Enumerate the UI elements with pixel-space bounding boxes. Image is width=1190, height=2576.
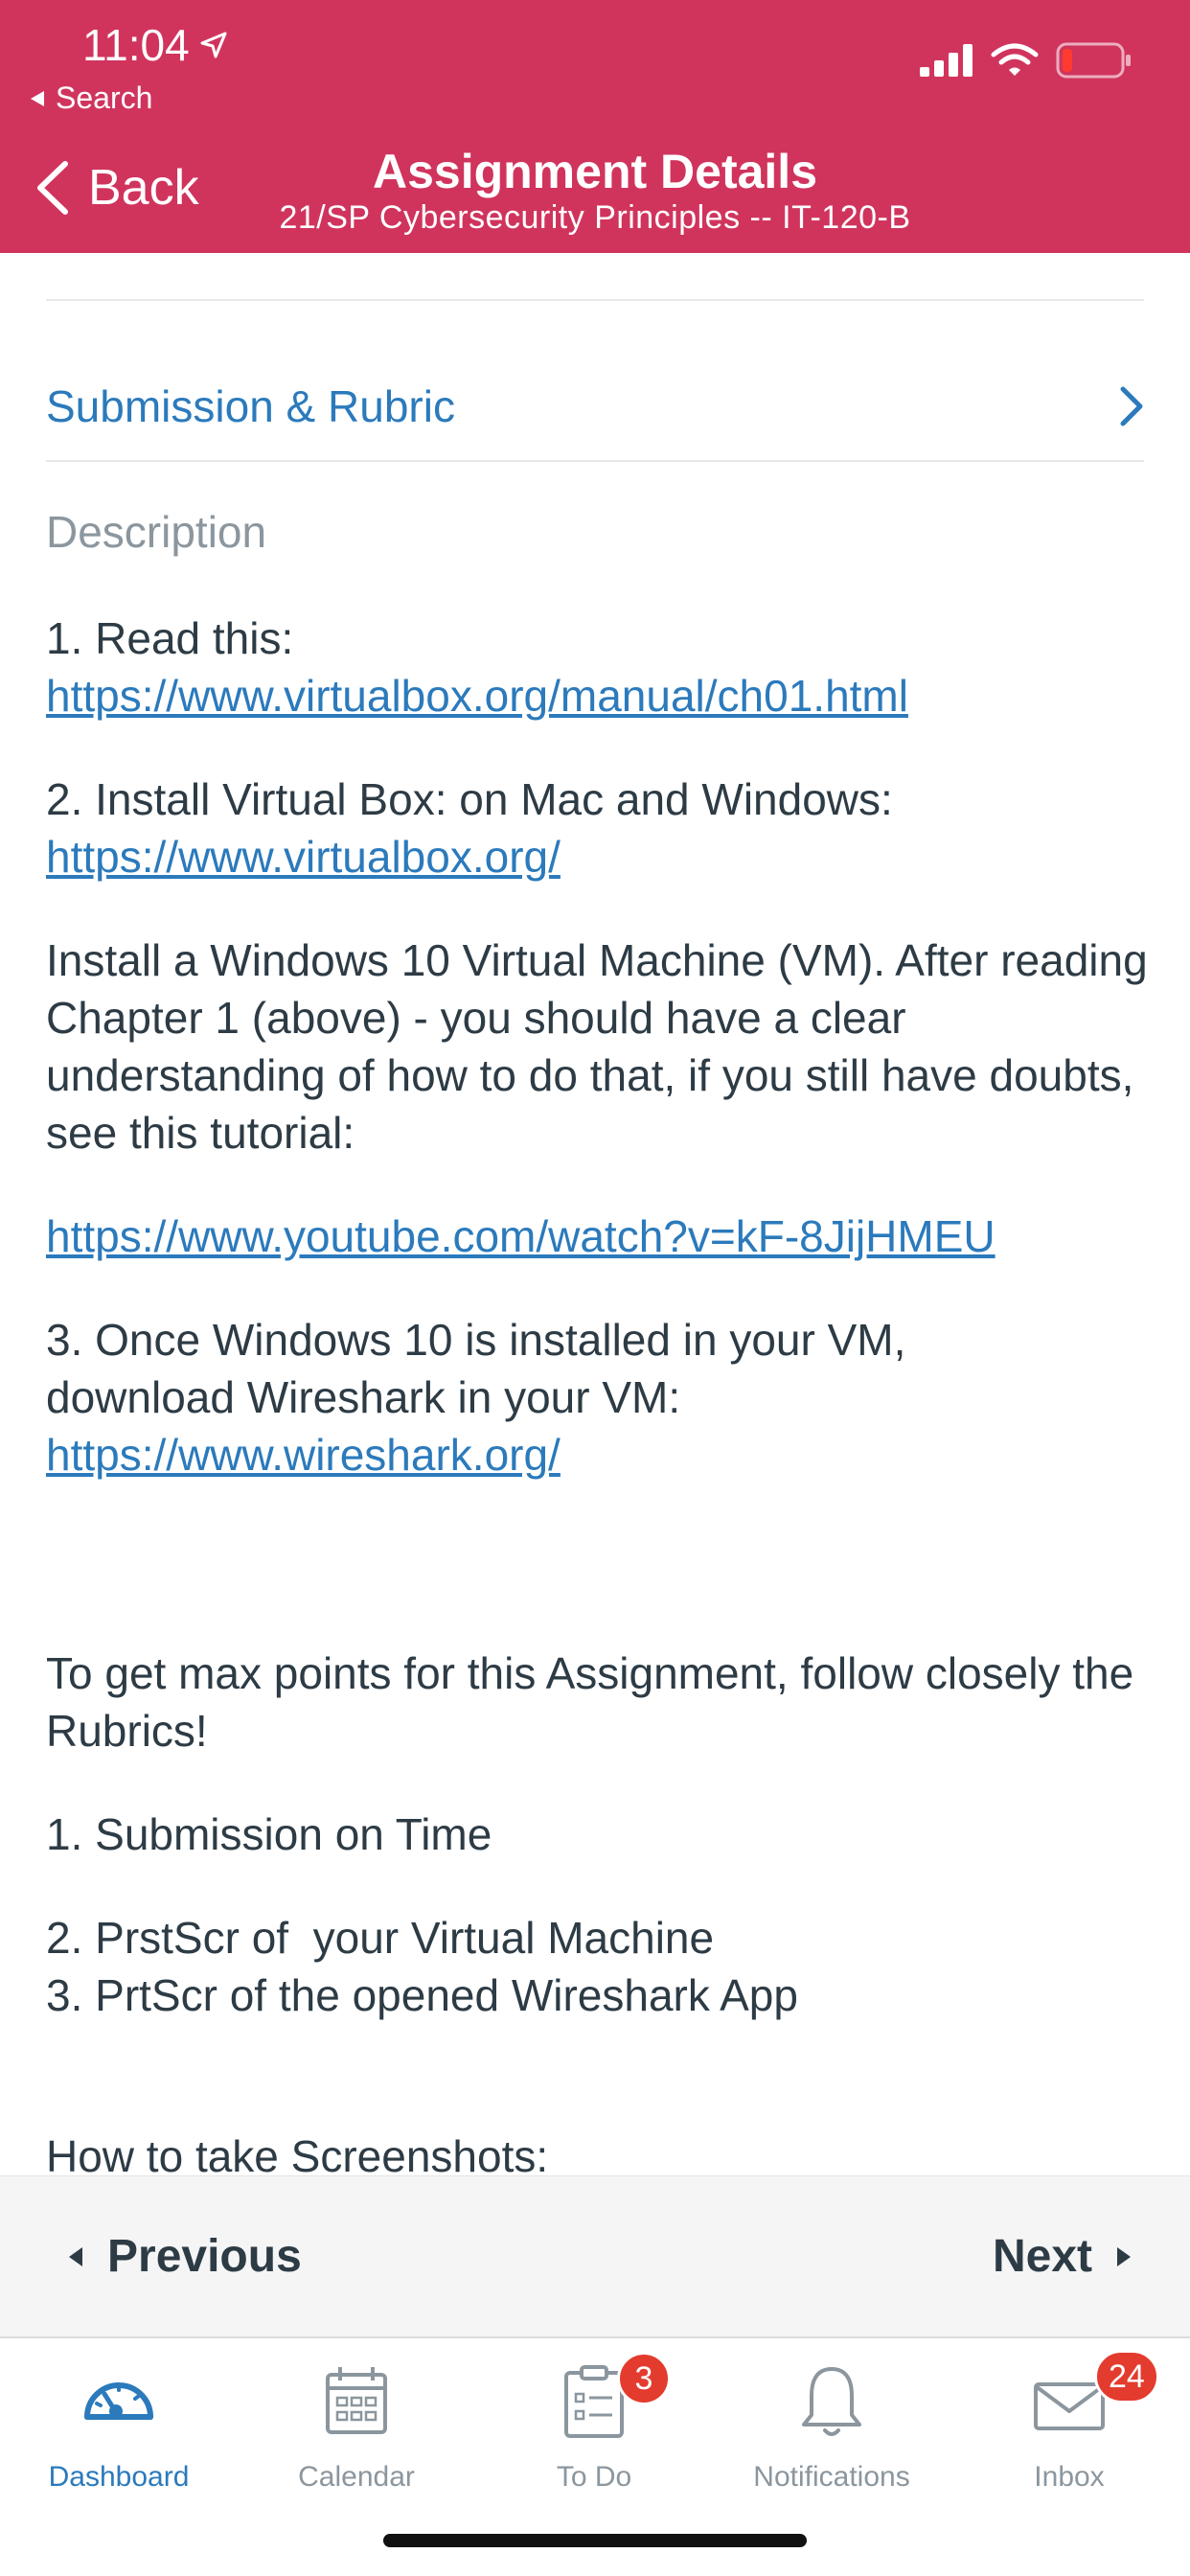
header: 11:04 Search Back Assignment Details 21/… xyxy=(0,0,1190,253)
bell-icon xyxy=(789,2358,875,2444)
tab-label: To Do xyxy=(556,2461,632,2493)
desc-text: 3. Once Windows 10 is installed in your … xyxy=(46,1315,906,1365)
status-icons xyxy=(920,42,1133,79)
submission-rubric-label: Submission & Rubric xyxy=(46,381,455,431)
status-back-to-search[interactable]: Search xyxy=(29,80,152,116)
status-back-label: Search xyxy=(56,80,153,115)
next-button[interactable]: Next xyxy=(993,2230,1133,2283)
calendar-icon xyxy=(313,2358,400,2444)
triangle-right-icon xyxy=(1117,2246,1131,2266)
desc-paragraph-1: 1. Read this: https://www.virtualbox.org… xyxy=(46,610,1150,724)
status-time: 11:04 xyxy=(82,19,228,71)
tab-dashboard[interactable]: Dashboard xyxy=(0,2358,238,2501)
tab-label: Calendar xyxy=(298,2461,415,2493)
tab-label: Notifications xyxy=(753,2461,910,2493)
virtualbox-manual-link[interactable]: https://www.virtualbox.org/manual/ch01.h… xyxy=(46,671,908,721)
previous-label: Previous xyxy=(107,2231,302,2282)
next-label: Next xyxy=(992,2231,1092,2282)
wifi-icon xyxy=(991,43,1039,76)
desc-paragraph-8: 2. PrstScr of your Virtual Machine 3. Pr… xyxy=(46,1909,1150,2024)
submission-rubric-row[interactable]: Submission & Rubric xyxy=(46,349,1144,464)
desc-text: 2. PrstScr of your Virtual Machine xyxy=(46,1913,715,1963)
signal-icon xyxy=(920,44,973,77)
inbox-badge: 24 xyxy=(1094,2350,1159,2404)
battery-icon xyxy=(1056,42,1131,79)
desc-paragraph-3: Install a Windows 10 Virtual Machine (VM… xyxy=(46,935,1148,1158)
description-heading: Description xyxy=(46,507,267,557)
desc-paragraph-2: 2. Install Virtual Box: on Mac and Windo… xyxy=(46,770,1150,886)
description-body: 1. Read this: https://www.virtualbox.org… xyxy=(46,610,1150,2175)
chevron-right-icon xyxy=(1120,386,1143,426)
youtube-tutorial-link[interactable]: https://www.youtube.com/watch?v=kF-8JijH… xyxy=(46,1211,995,1261)
divider xyxy=(46,460,1144,462)
wireshark-link[interactable]: https://www.wireshark.org/ xyxy=(46,1430,561,1480)
home-indicator[interactable] xyxy=(383,2534,807,2547)
pager-bar: Previous Next xyxy=(0,2175,1190,2336)
status-time-text: 11:04 xyxy=(82,20,190,70)
desc-text: 2. Install Virtual Box: on Mac and Windo… xyxy=(46,774,893,824)
desc-paragraph-7: 1. Submission on Time xyxy=(46,1809,492,1859)
desc-paragraph-6: To get max points for this Assignment, f… xyxy=(46,1648,1134,1756)
back-triangle-icon xyxy=(31,90,44,106)
desc-paragraph-4: https://www.youtube.com/watch?v=kF-8JijH… xyxy=(46,1208,1150,1265)
tab-inbox[interactable]: 24 Inbox xyxy=(950,2350,1188,2501)
desc-text: 3. PrtScr of the opened Wireshark App xyxy=(46,1970,798,2020)
divider xyxy=(46,299,1144,301)
tab-label: Dashboard xyxy=(48,2461,190,2493)
location-icon xyxy=(200,32,227,58)
desc-text: download Wireshark in your VM: xyxy=(46,1372,681,1422)
triangle-left-icon xyxy=(69,2246,82,2266)
desc-paragraph-9: How to take Screenshots: xyxy=(46,2131,549,2175)
virtualbox-link[interactable]: https://www.virtualbox.org/ xyxy=(46,832,561,882)
tab-label: Inbox xyxy=(1034,2461,1105,2493)
tab-calendar[interactable]: Calendar xyxy=(238,2358,475,2501)
page-title: Assignment Details xyxy=(372,145,817,198)
desc-paragraph-5: 3. Once Windows 10 is installed in your … xyxy=(46,1311,1150,1484)
previous-button[interactable]: Previous xyxy=(67,2230,302,2283)
todo-badge: 3 xyxy=(617,2352,671,2405)
course-subtitle: 21/SP Cybersecurity Principles -- IT-120… xyxy=(279,199,911,236)
tab-todo[interactable]: 3 To Do xyxy=(475,2352,713,2501)
assignment-content[interactable]: Submission & Rubric Description 1. Read … xyxy=(0,253,1190,2175)
tab-notifications[interactable]: Notifications xyxy=(713,2358,950,2501)
desc-text: 1. Read this: xyxy=(46,613,294,663)
dashboard-icon xyxy=(76,2358,162,2444)
